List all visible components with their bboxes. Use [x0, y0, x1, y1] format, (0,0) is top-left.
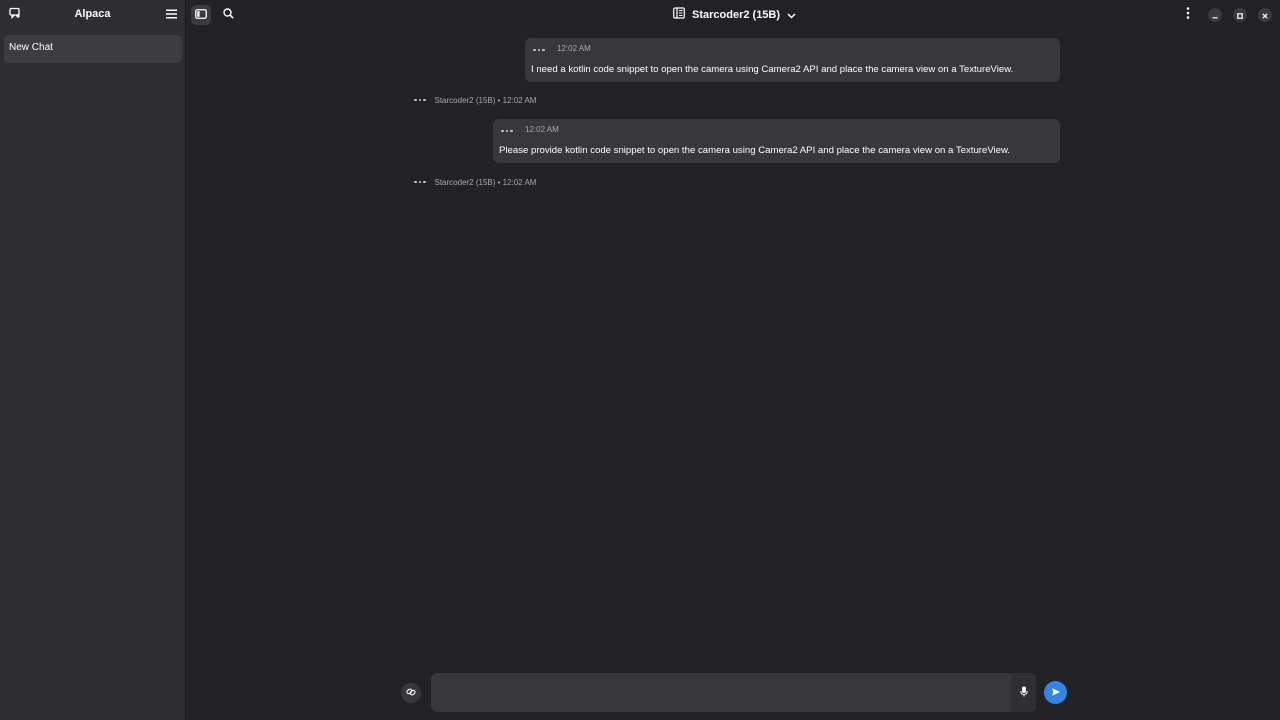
model-selector[interactable]: Starcoder2 (15B) [673, 6, 796, 24]
horizontal-dots-icon [414, 98, 417, 102]
horizontal-dots-icon [533, 48, 536, 52]
dot [423, 180, 426, 184]
message-options-button[interactable] [414, 177, 426, 187]
sidebar-header: Alpaca [0, 0, 185, 30]
assistant-message: Starcoder2 (15B) • 12:02 AM [414, 176, 536, 188]
send-icon [1051, 684, 1061, 702]
message-composer [431, 673, 1036, 712]
dot [418, 98, 421, 102]
model-manager-icon[interactable] [673, 6, 685, 24]
main-menu-button[interactable] [163, 7, 179, 23]
message-text: Please provide kotlin code snippet to op… [499, 145, 1011, 156]
search-button[interactable] [218, 5, 238, 25]
main-header: Starcoder2 (15B) [187, 0, 1280, 30]
microphone-button[interactable] [1011, 673, 1036, 712]
sidebar-toggle-button[interactable] [191, 5, 211, 25]
minimize-icon [1212, 6, 1218, 24]
microphone-icon [1019, 684, 1028, 702]
message-options-button[interactable] [501, 126, 513, 136]
dot [510, 129, 513, 133]
close-button[interactable] [1258, 8, 1272, 22]
message-meta: Starcoder2 (15B) • 12:02 AM [434, 177, 537, 187]
app-title: Alpaca [74, 8, 111, 20]
attachment-icon [406, 684, 416, 702]
dot [505, 129, 508, 133]
horizontal-dots-icon [501, 129, 504, 133]
vertical-dots-icon [1186, 6, 1190, 24]
message-input[interactable] [437, 679, 1007, 706]
alpaca-window: Alpaca New Chat Starcoder2 (15B) 12:02 A… [0, 0, 1280, 720]
chevron-down-icon[interactable] [787, 6, 796, 24]
dot [423, 98, 426, 102]
message-text: I need a kotlin code snippet to open the… [531, 64, 1014, 75]
hamburger-menu-icon [165, 6, 177, 24]
close-icon [1262, 6, 1268, 24]
sidebar-toggle-icon [195, 6, 207, 24]
assistant-message: Starcoder2 (15B) • 12:02 AM [414, 94, 536, 106]
user-message: 12:02 AM Please provide kotlin code snip… [493, 119, 1060, 163]
send-button[interactable] [1044, 681, 1067, 704]
message-meta: Starcoder2 (15B) • 12:02 AM [434, 95, 537, 105]
chat-item-label: New Chat [9, 42, 53, 53]
search-icon [222, 6, 234, 24]
maximize-icon [1237, 6, 1243, 24]
dot [537, 48, 540, 52]
dot [542, 48, 545, 52]
user-message: 12:02 AM I need a kotlin code snippet to… [525, 38, 1060, 82]
message-time: 12:02 AM [557, 44, 591, 53]
message-options-button[interactable] [533, 45, 545, 55]
attach-button[interactable] [401, 683, 421, 703]
message-time: 12:02 AM [525, 125, 559, 134]
sidebar: Alpaca New Chat [0, 0, 186, 720]
more-options-button[interactable] [1178, 5, 1198, 25]
horizontal-dots-icon [414, 180, 417, 184]
dot [418, 180, 421, 184]
chat-list-item[interactable]: New Chat [4, 35, 182, 63]
model-name[interactable]: Starcoder2 (15B) [692, 9, 780, 21]
maximize-button[interactable] [1233, 8, 1247, 22]
message-options-button[interactable] [414, 95, 426, 105]
minimize-button[interactable] [1208, 8, 1222, 22]
